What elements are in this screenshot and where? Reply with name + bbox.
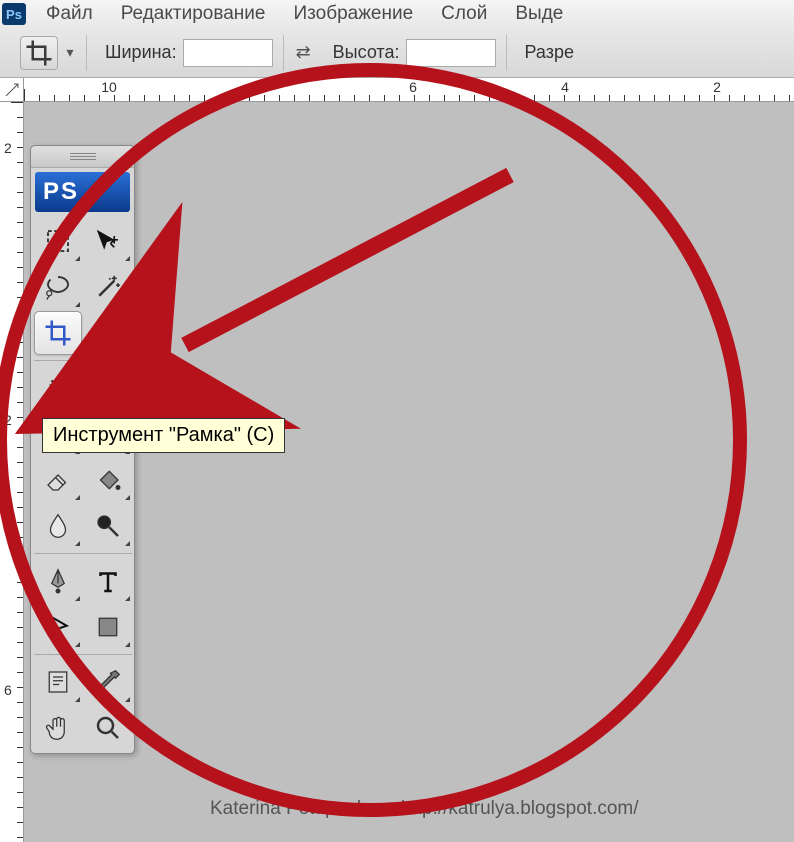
shape-tool-icon[interactable] <box>84 605 132 649</box>
menu-layer[interactable]: Слой <box>427 0 501 28</box>
slice-tool-icon[interactable] <box>84 311 132 355</box>
blur-tool-icon[interactable] <box>34 504 82 548</box>
move-tool-icon[interactable] <box>84 219 132 263</box>
tool-preset-dropdown[interactable]: ▾ <box>64 38 76 68</box>
width-label: Ширина: <box>105 42 177 63</box>
tool-preset-crop-icon[interactable] <box>20 36 58 70</box>
brush-tool-icon[interactable] <box>84 366 132 410</box>
attribution: Katerina Potapenko http://katrulya.blogs… <box>210 798 639 820</box>
eyedropper-tool-icon[interactable] <box>84 660 132 704</box>
resolution-label: Разре <box>525 42 575 63</box>
lasso-tool-icon[interactable] <box>34 265 82 309</box>
ruler-origin[interactable] <box>0 78 24 102</box>
width-input[interactable] <box>183 39 273 67</box>
magic-wand-tool-icon[interactable] <box>84 265 132 309</box>
zoom-tool-icon[interactable] <box>84 706 132 750</box>
toolbox-logo: PS <box>35 172 130 212</box>
options-bar: ▾ Ширина: ⇄ Высота: Разре <box>0 28 794 78</box>
toolbox-drag-handle[interactable] <box>31 146 134 168</box>
menu-select[interactable]: Выде <box>501 0 577 28</box>
author-url: http://katrulya.blogspot.com/ <box>401 798 639 820</box>
menu-edit[interactable]: Редактирование <box>107 0 280 28</box>
menu-bar: Ps Файл Редактирование Изображение Слой … <box>0 0 794 28</box>
ruler-vertical[interactable]: 226 <box>0 102 24 842</box>
ruler-horizontal[interactable]: 108642 <box>24 78 794 102</box>
menu-image[interactable]: Изображение <box>279 0 427 28</box>
crop-tool-icon[interactable] <box>34 311 82 355</box>
canvas-area[interactable] <box>24 102 794 842</box>
path-selection-tool-icon[interactable] <box>34 605 82 649</box>
marquee-tool-icon[interactable] <box>34 219 82 263</box>
swap-dimensions-icon[interactable]: ⇄ <box>296 42 311 63</box>
height-input[interactable] <box>406 39 496 67</box>
author-name: Katerina Potapenko <box>210 798 377 820</box>
menu-file[interactable]: Файл <box>32 0 107 28</box>
pen-tool-icon[interactable] <box>34 559 82 603</box>
healing-brush-tool-icon[interactable] <box>34 366 82 410</box>
notes-tool-icon[interactable] <box>34 660 82 704</box>
height-label: Высота: <box>333 42 400 63</box>
dodge-tool-icon[interactable] <box>84 504 132 548</box>
app-logo-icon: Ps <box>2 3 26 25</box>
paint-bucket-tool-icon[interactable] <box>84 458 132 502</box>
hand-tool-icon[interactable] <box>34 706 82 750</box>
type-tool-icon[interactable] <box>84 559 132 603</box>
eraser-tool-icon[interactable] <box>34 458 82 502</box>
tooltip-crop: Инструмент "Рамка" (C) <box>42 418 285 453</box>
